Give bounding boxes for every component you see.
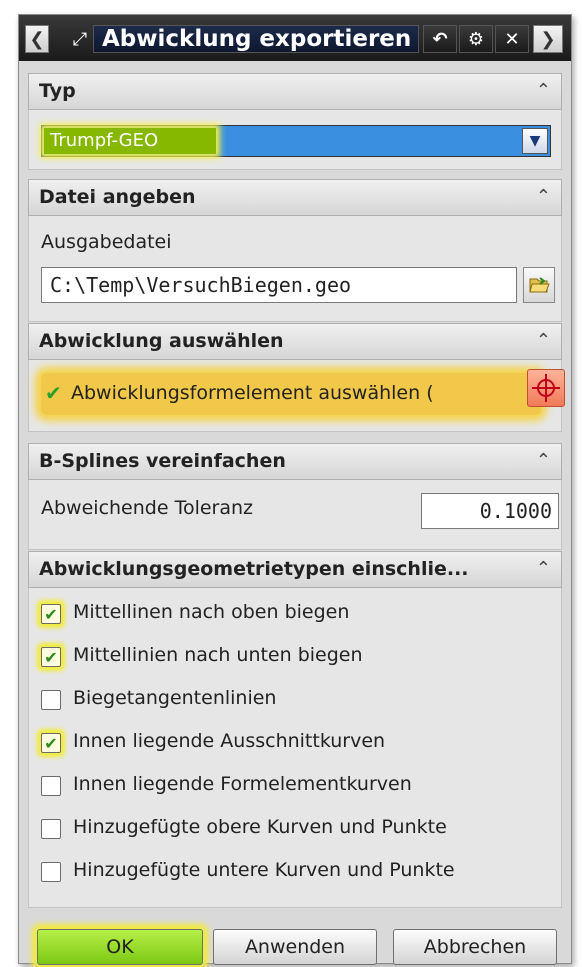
checkbox-label: Innen liegende Formelementkurven	[73, 773, 412, 795]
close-icon[interactable]: ✕	[495, 25, 529, 53]
section-header-abwicklung[interactable]: Abwicklung auswählen ⌃	[28, 323, 562, 360]
checkbox-label: Mittellinien nach unten biegen	[73, 644, 363, 666]
checkbox-label: Innen liegende Ausschnittkurven	[73, 730, 386, 752]
apply-button[interactable]: Anwenden	[213, 929, 377, 965]
type-selected-value: Trumpf-GEO	[44, 128, 216, 154]
cancel-button[interactable]: Abbrechen	[393, 929, 557, 965]
checkbox[interactable]: ✔	[41, 604, 61, 624]
section-title: Abwicklung auswählen	[39, 330, 284, 352]
dialog-title: Abwicklung exportieren	[93, 25, 419, 53]
chevron-down-icon[interactable]: ▼	[522, 128, 548, 154]
folder-open-icon[interactable]	[523, 267, 555, 303]
gear-icon[interactable]: ⚙	[459, 25, 493, 53]
reset-icon[interactable]: ↶	[423, 25, 457, 53]
checkbox[interactable]	[41, 690, 61, 710]
output-file-field[interactable]: C:\Temp\VersuchBiegen.geo	[41, 267, 517, 303]
title-bar: ❮ ⤢ Abwicklung exportieren ↶ ⚙ ✕ ❯	[19, 15, 571, 61]
arrow-pointer-icon: ⤢	[72, 28, 88, 50]
section-header-bsplines[interactable]: B-Splines vereinfachen ⌃	[28, 443, 562, 480]
export-flat-pattern-dialog: ❮ ⤢ Abwicklung exportieren ↶ ⚙ ✕ ❯ Typ ⌃…	[18, 14, 572, 965]
checkbox[interactable]: ✔	[41, 733, 61, 753]
checkbox[interactable]	[41, 776, 61, 796]
collapse-chevron-icon[interactable]: ⌃	[536, 558, 551, 579]
section-header-datei[interactable]: Datei angeben ⌃	[28, 179, 562, 216]
section-title: B-Splines vereinfachen	[39, 450, 286, 472]
ok-button[interactable]: OK	[37, 929, 203, 965]
select-feature-label: Abwicklungsformelement auswählen (	[71, 382, 434, 404]
section-title: Typ	[39, 80, 76, 102]
chevron-left-icon[interactable]: ❮	[25, 25, 49, 53]
section-title: Datei angeben	[39, 186, 196, 208]
checkbox[interactable]	[41, 819, 61, 839]
type-dropdown[interactable]: Trumpf-GEO ▼	[41, 125, 551, 157]
collapse-chevron-icon[interactable]: ⌃	[536, 80, 551, 101]
checkbox-label: Mittellinen nach oben biegen	[73, 601, 350, 623]
tolerance-field[interactable]: 0.1000	[421, 493, 559, 529]
section-header-geometrietypen[interactable]: Abwicklungsgeometrietypen einschlie... ⌃	[28, 551, 562, 588]
checkbox-label: Biegetangentenlinien	[73, 687, 277, 709]
collapse-chevron-icon[interactable]: ⌃	[536, 450, 551, 471]
collapse-chevron-icon[interactable]: ⌃	[536, 330, 551, 351]
select-flat-pattern-feature[interactable]: ✔ Abwicklungsformelement auswählen (	[41, 373, 541, 415]
tolerance-label: Abweichende Toleranz	[41, 497, 254, 519]
collapse-chevron-icon[interactable]: ⌃	[536, 186, 551, 207]
checkbox-label: Hinzugefügte obere Kurven und Punkte	[73, 816, 447, 838]
check-icon: ✔	[45, 381, 62, 405]
checkbox[interactable]	[41, 862, 61, 882]
crosshair-icon[interactable]	[527, 369, 565, 407]
output-file-label: Ausgabedatei	[41, 231, 172, 253]
section-title: Abwicklungsgeometrietypen einschlie...	[39, 558, 469, 580]
section-header-typ[interactable]: Typ ⌃	[28, 73, 562, 110]
chevron-right-icon[interactable]: ❯	[533, 25, 563, 53]
checkbox-label: Hinzugefügte untere Kurven und Punkte	[73, 859, 455, 881]
checkbox[interactable]: ✔	[41, 647, 61, 667]
